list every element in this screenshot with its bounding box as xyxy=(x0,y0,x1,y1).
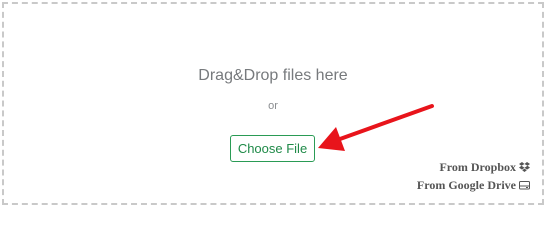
cloud-source-links: From Dropbox From Google Drive xyxy=(417,159,530,195)
google-drive-icon xyxy=(519,178,530,195)
from-google-drive-label: From Google Drive xyxy=(416,178,516,192)
or-separator: or xyxy=(268,100,278,112)
from-google-drive-link[interactable]: From Google Drive xyxy=(417,177,530,195)
from-dropbox-label: From Dropbox xyxy=(439,160,516,174)
from-dropbox-link[interactable]: From Dropbox xyxy=(417,159,530,177)
choose-file-button[interactable]: Choose File xyxy=(230,135,315,162)
dropbox-icon xyxy=(519,160,530,177)
drop-zone-title: Drag&Drop files here xyxy=(198,67,348,84)
